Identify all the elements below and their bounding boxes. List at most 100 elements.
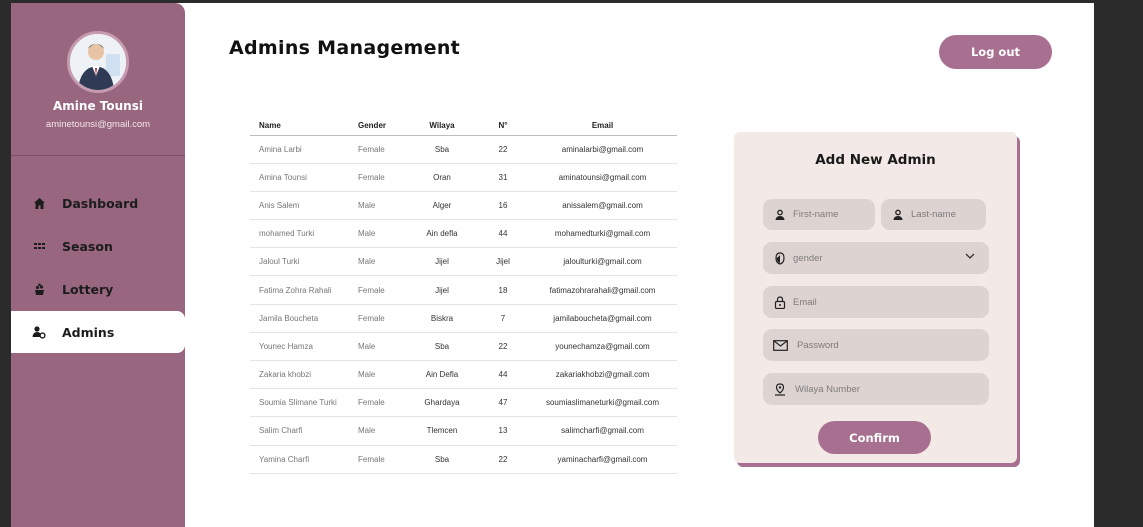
cell-email: aminatounsi@gmail.com bbox=[528, 163, 677, 192]
table-row[interactable]: Jamila Boucheta Female Biskra 7 jamilabouche… bbox=[250, 304, 677, 333]
table-row[interactable]: Salim Charfi Male Tlemcen 13 salimcharfi@gma… bbox=[250, 416, 677, 446]
cell-name: Salim Charfi bbox=[250, 416, 350, 446]
sidebar-item-label: Admins bbox=[62, 324, 115, 340]
gender-icon bbox=[773, 251, 786, 265]
profile-photo-icon bbox=[70, 34, 126, 90]
cell-number: 47 bbox=[478, 388, 528, 418]
column-header-wilaya[interactable]: Wilaya bbox=[406, 117, 478, 136]
cell-wilaya: Sba bbox=[406, 135, 478, 164]
sidebar-item-label: Season bbox=[62, 238, 113, 254]
column-header-email[interactable]: Email bbox=[528, 117, 677, 136]
page-title: Admins Management bbox=[229, 37, 461, 59]
cell-name: Jaloul Turki bbox=[250, 247, 350, 277]
sidebar: Amine Tounsi aminetounsi@gmail.com Dashb… bbox=[11, 3, 185, 527]
table-row[interactable]: Zakaria khobzi Male Ain Defla 44 zakariakhob… bbox=[250, 360, 677, 390]
card-title: Add New Admin bbox=[815, 152, 936, 168]
cell-name: Zakaria khobzi bbox=[250, 360, 350, 390]
cell-number: 13 bbox=[478, 416, 528, 446]
cell-gender: Female bbox=[350, 304, 406, 333]
cell-wilaya: Sba bbox=[406, 445, 478, 474]
cell-wilaya: Oran bbox=[406, 163, 478, 192]
password-placeholder: Password bbox=[797, 339, 839, 351]
add-admin-card: Add New Admin First-name Last-name gende… bbox=[734, 132, 1017, 463]
cell-wilaya: Jijel bbox=[406, 275, 478, 305]
user-name: Amine Tounsi bbox=[53, 99, 143, 113]
cell-number: 44 bbox=[478, 360, 528, 390]
home-icon bbox=[32, 196, 46, 210]
cell-name: Soumia Slimane Turki bbox=[250, 388, 350, 418]
wilaya-number-field[interactable]: Wilaya Number bbox=[763, 373, 989, 405]
table-row[interactable]: Anis Salem Male Alger 16 anissalem@gmail.com bbox=[250, 191, 677, 221]
cell-email: anissalem@gmail.com bbox=[528, 191, 677, 221]
cell-wilaya: Ain defla bbox=[406, 219, 478, 249]
cell-wilaya: Ain Defla bbox=[406, 360, 478, 390]
cell-name: Yamina Charfi bbox=[250, 445, 350, 474]
sidebar-item-label: Dashboard bbox=[62, 195, 139, 211]
cell-email: soumiaslimaneturki@gmail.com bbox=[528, 388, 677, 418]
last-name-field[interactable]: Last-name bbox=[881, 199, 986, 230]
table-row[interactable]: Fatima Zohra Rahali Female Jijel 18 fatimazo… bbox=[250, 275, 677, 305]
cell-gender: Male bbox=[350, 191, 406, 221]
sidebar-item-dashboard[interactable]: Dashboard bbox=[11, 182, 185, 224]
chevron-down-icon bbox=[965, 251, 975, 264]
column-header-gender[interactable]: Gender bbox=[350, 117, 406, 136]
cell-number: 22 bbox=[478, 135, 528, 164]
email-field[interactable]: Email bbox=[763, 286, 989, 318]
cell-name: Fatima Zohra Rahali bbox=[250, 275, 350, 305]
cell-wilaya: Ghardaya bbox=[406, 388, 478, 418]
cell-name: Jamila Boucheta bbox=[250, 304, 350, 333]
new-season-icon bbox=[32, 239, 46, 253]
cell-gender: Male bbox=[350, 332, 406, 362]
table-body: Amina Larbi Female Sba 22 aminalarbi@gmail.c… bbox=[250, 135, 677, 474]
avatar bbox=[67, 31, 129, 93]
cell-email: mohamedturki@gmail.com bbox=[528, 219, 677, 249]
sidebar-item-lottery[interactable]: Lottery bbox=[11, 268, 185, 310]
cell-email: salimcharfi@gmail.com bbox=[528, 416, 677, 446]
cell-gender: Male bbox=[350, 360, 406, 390]
sidebar-item-season[interactable]: Season bbox=[11, 225, 185, 267]
cell-number: 22 bbox=[478, 445, 528, 474]
confirm-button[interactable]: Confirm bbox=[818, 421, 931, 454]
cell-email: jaloulturki@gmail.com bbox=[528, 247, 677, 277]
cell-number: 7 bbox=[478, 304, 528, 333]
table-header-row: Name Gender Wilaya N° Email bbox=[250, 117, 677, 136]
cell-email: yaminacharfi@gmail.com bbox=[528, 445, 677, 474]
cell-number: 44 bbox=[478, 219, 528, 249]
table-row[interactable]: Amina Larbi Female Sba 22 aminalarbi@gmail.c… bbox=[250, 135, 677, 164]
table-row[interactable]: Soumia Slimane Turki Female Ghardaya 47 soum… bbox=[250, 388, 677, 418]
cell-gender: Male bbox=[350, 416, 406, 446]
column-header-number[interactable]: N° bbox=[478, 117, 528, 136]
cell-email: jamilaboucheta@gmail.com bbox=[528, 304, 677, 333]
table-row[interactable]: Jaloul Turki Male Jijel Jijel jaloulturki@gm… bbox=[250, 247, 677, 277]
cell-gender: Female bbox=[350, 135, 406, 164]
cell-name: Anis Salem bbox=[250, 191, 350, 221]
table-row[interactable]: Amina Tounsi Female Oran 31 aminatounsi@gmai… bbox=[250, 163, 677, 192]
password-field[interactable]: Password bbox=[763, 329, 989, 361]
cell-wilaya: Sba bbox=[406, 332, 478, 362]
email-placeholder: Email bbox=[793, 296, 817, 308]
mail-icon bbox=[773, 339, 788, 352]
first-name-field[interactable]: First-name bbox=[763, 199, 875, 230]
table-row[interactable]: mohamed Turki Male Ain defla 44 mohamedturki… bbox=[250, 219, 677, 249]
gender-select[interactable]: gender bbox=[763, 242, 989, 274]
cell-gender: Male bbox=[350, 219, 406, 249]
sidebar-item-admins[interactable]: Admins bbox=[11, 311, 185, 353]
gender-placeholder: gender bbox=[793, 252, 823, 264]
user-icon bbox=[773, 208, 786, 221]
table-row[interactable]: Yamina Charfi Female Sba 22 yaminacharfi@gma… bbox=[250, 445, 677, 474]
column-header-name[interactable]: Name bbox=[250, 117, 350, 136]
cell-number: 22 bbox=[478, 332, 528, 362]
table-row[interactable]: Younec Hamza Male Sba 22 younechamza@gmail.c… bbox=[250, 332, 677, 362]
user-email: aminetounsi@gmail.com bbox=[45, 119, 151, 130]
cell-email: aminalarbi@gmail.com bbox=[528, 135, 677, 164]
cell-name: Amina Larbi bbox=[250, 135, 350, 164]
cell-name: mohamed Turki bbox=[250, 219, 350, 249]
cell-gender: Female bbox=[350, 445, 406, 474]
cell-wilaya: Tlemcen bbox=[406, 416, 478, 446]
cell-gender: Male bbox=[350, 247, 406, 277]
sidebar-divider bbox=[11, 155, 185, 156]
logout-button[interactable]: Log out bbox=[939, 35, 1052, 69]
location-pin-icon bbox=[773, 382, 786, 396]
cell-number: 31 bbox=[478, 163, 528, 192]
first-name-placeholder: First-name bbox=[793, 209, 839, 220]
